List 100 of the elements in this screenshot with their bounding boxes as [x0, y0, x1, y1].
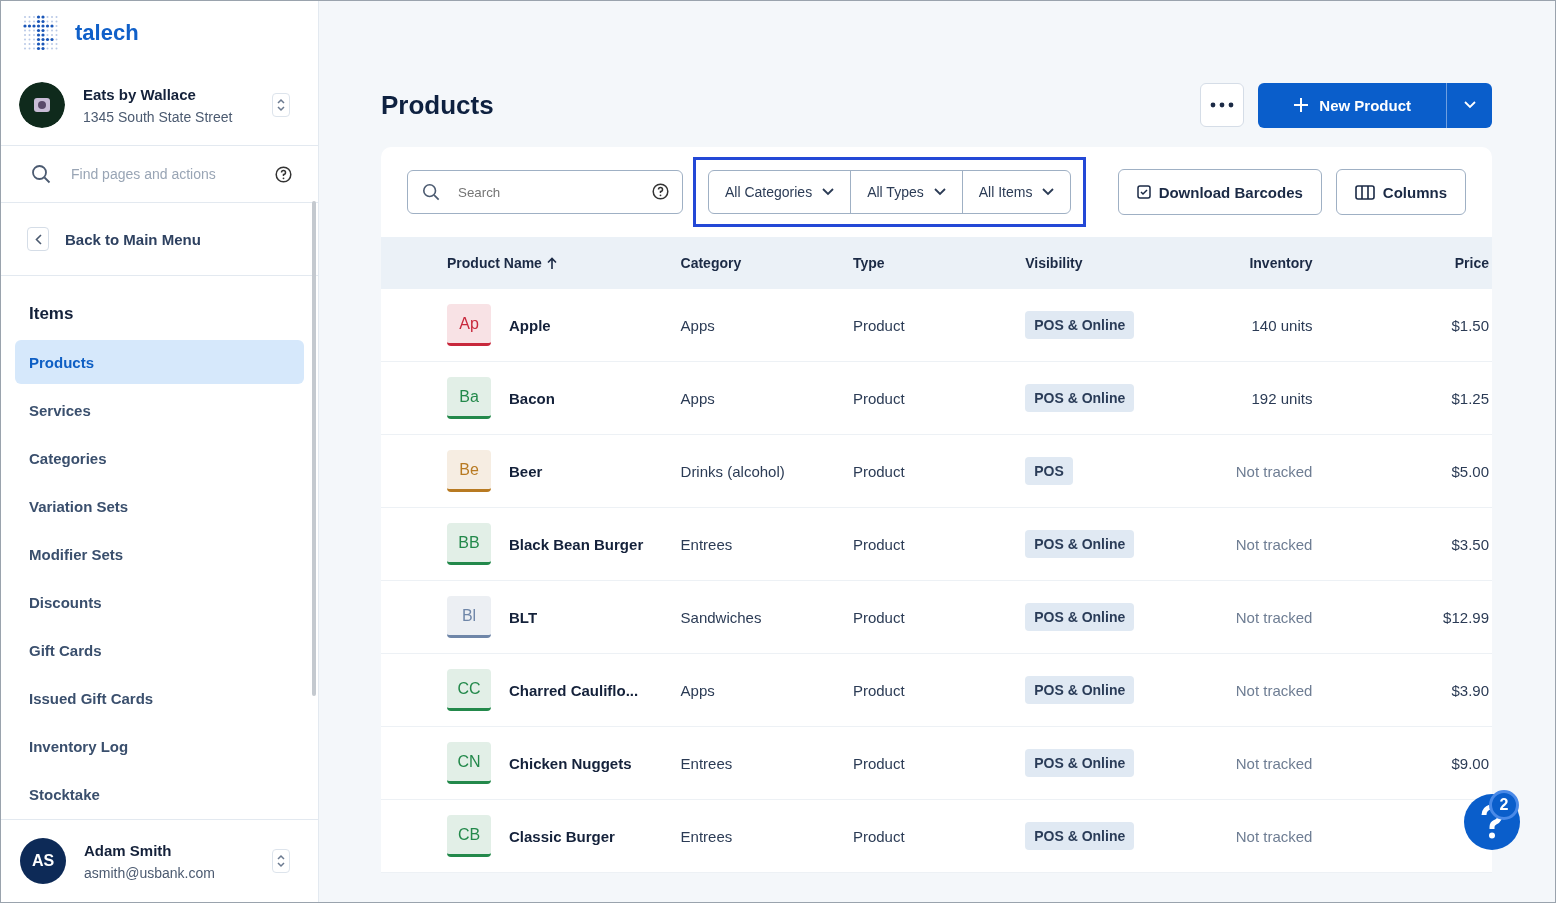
- new-product-button[interactable]: New Product: [1258, 82, 1446, 128]
- price-cell: $1.25: [1451, 389, 1489, 407]
- visibility-tag: POS & Online: [1025, 603, 1135, 631]
- column-header[interactable]: Inventory: [1249, 255, 1313, 271]
- column-header[interactable]: Visibility: [1025, 255, 1083, 271]
- product-initials: CB: [447, 815, 491, 857]
- notification-badge: 2: [1489, 790, 1519, 820]
- expand-toggle[interactable]: [272, 93, 290, 117]
- product-initials: Ap: [447, 304, 491, 346]
- column-header[interactable]: Product Name: [447, 255, 542, 271]
- product-name[interactable]: Chicken Nuggets: [509, 754, 632, 772]
- table-cell: Apps: [680, 389, 715, 407]
- scrollbar[interactable]: [312, 201, 316, 696]
- columns-icon: [1354, 184, 1375, 200]
- filter-dropdown[interactable]: All Items: [961, 171, 1071, 213]
- product-name[interactable]: Bacon: [509, 389, 555, 407]
- table-cell: Product: [852, 316, 905, 334]
- chevron-up-down-icon: [277, 98, 285, 112]
- user-avatar: AS: [20, 838, 66, 884]
- product-initials: Bl: [447, 596, 491, 638]
- sidebar-item[interactable]: Issued Gift Cards: [15, 676, 304, 720]
- user-name: Adam Smith: [84, 841, 173, 859]
- chevron-down-icon: [933, 188, 946, 196]
- more-button[interactable]: [1200, 83, 1245, 127]
- table-cell: Drinks (alcohol): [680, 462, 785, 480]
- chevron-down-icon: [1463, 101, 1476, 109]
- table-cell: Sandwiches: [680, 608, 762, 626]
- inventory-cell: Not tracked: [1235, 608, 1313, 626]
- brand-name: talech: [75, 20, 139, 46]
- price-cell: $1.50: [1451, 316, 1489, 334]
- search-field[interactable]: Search: [407, 170, 683, 214]
- visibility-tag: POS & Online: [1025, 676, 1135, 704]
- sidebar-item[interactable]: Modifier Sets: [15, 532, 304, 576]
- product-name[interactable]: Classic Burger: [509, 827, 615, 845]
- sidebar-item[interactable]: Gift Cards: [15, 628, 304, 672]
- chevron-down-icon: [822, 188, 835, 196]
- inventory-cell: Not tracked: [1235, 827, 1313, 845]
- columns-button[interactable]: Columns: [1335, 169, 1466, 215]
- product-name[interactable]: Apple: [509, 316, 551, 334]
- sidebar-item[interactable]: Products: [15, 340, 304, 384]
- table-cell: Product: [852, 608, 905, 626]
- store-address: 1345 South State Street: [83, 108, 234, 125]
- product-initials: Ba: [447, 377, 491, 419]
- price-cell: $3.90: [1451, 681, 1489, 699]
- visibility-tag: POS & Online: [1025, 311, 1135, 339]
- price-cell: $5.00: [1451, 462, 1489, 480]
- chevron-up-down-icon: [277, 854, 285, 868]
- section-heading: Items: [28, 303, 75, 325]
- column-header[interactable]: Category: [680, 255, 742, 271]
- sidebar-item[interactable]: Variation Sets: [15, 484, 304, 528]
- more-icon: [1210, 102, 1235, 108]
- price-cell: $3.50: [1451, 535, 1489, 553]
- chevron-down-icon: [1042, 188, 1055, 196]
- visibility-tag: POS & Online: [1025, 749, 1135, 777]
- price-cell: $9.00: [1451, 754, 1489, 772]
- table-cell: Product: [852, 754, 905, 772]
- help-icon[interactable]: [652, 183, 669, 200]
- price-cell: $12.99: [1443, 608, 1489, 626]
- help-icon[interactable]: [275, 165, 292, 183]
- table-cell: Product: [852, 827, 905, 845]
- download-barcodes-button[interactable]: Download Barcodes: [1117, 169, 1322, 215]
- page-title: Products: [381, 89, 495, 121]
- back-button[interactable]: Back to Main Menu: [27, 227, 201, 251]
- table-cell: Product: [852, 681, 905, 699]
- find-field[interactable]: Find pages and actions: [69, 165, 257, 183]
- sidebar-item[interactable]: Discounts: [15, 580, 304, 624]
- product-initials: CC: [447, 669, 491, 711]
- product-initials: BB: [447, 523, 491, 565]
- product-name[interactable]: Beer: [509, 462, 543, 480]
- sidebar-item[interactable]: Categories: [15, 436, 304, 480]
- table-cell: Product: [852, 462, 905, 480]
- table-cell: Apps: [680, 316, 715, 334]
- product-name[interactable]: Black Bean Burger: [509, 535, 644, 553]
- column-header[interactable]: Type: [852, 255, 885, 271]
- inventory-cell: Not tracked: [1235, 754, 1313, 772]
- visibility-tag: POS & Online: [1025, 822, 1135, 850]
- expand-toggle[interactable]: [272, 849, 290, 873]
- table-cell: Entrees: [680, 827, 733, 845]
- search-icon: [31, 164, 51, 184]
- search-icon: [422, 183, 440, 201]
- inventory-cell: Not tracked: [1235, 681, 1313, 699]
- user-email: asmith@usbank.com: [84, 864, 216, 881]
- chevron-left-icon: [34, 233, 42, 245]
- product-name[interactable]: Charred Cauliflo...: [509, 681, 639, 699]
- visibility-tag: POS & Online: [1025, 530, 1135, 558]
- inventory-cell: Not tracked: [1235, 535, 1313, 553]
- dropdown-button[interactable]: [1446, 82, 1492, 128]
- column-header[interactable]: Price: [1454, 255, 1489, 271]
- plus-icon: [1293, 97, 1310, 113]
- product-name[interactable]: BLT: [509, 608, 538, 626]
- table-cell: Apps: [680, 681, 715, 699]
- sidebar-item[interactable]: Services: [15, 388, 304, 432]
- inventory-cell: Not tracked: [1235, 462, 1313, 480]
- visibility-tag: POS: [1025, 457, 1073, 485]
- store-name: Eats by Wallace: [83, 85, 197, 103]
- sidebar-item[interactable]: Inventory Log: [15, 724, 304, 768]
- filter-dropdown[interactable]: All Types: [850, 171, 962, 213]
- sidebar-item[interactable]: Stocktake: [15, 772, 304, 816]
- table-cell: Entrees: [680, 754, 733, 772]
- filter-dropdown[interactable]: All Categories: [709, 171, 851, 213]
